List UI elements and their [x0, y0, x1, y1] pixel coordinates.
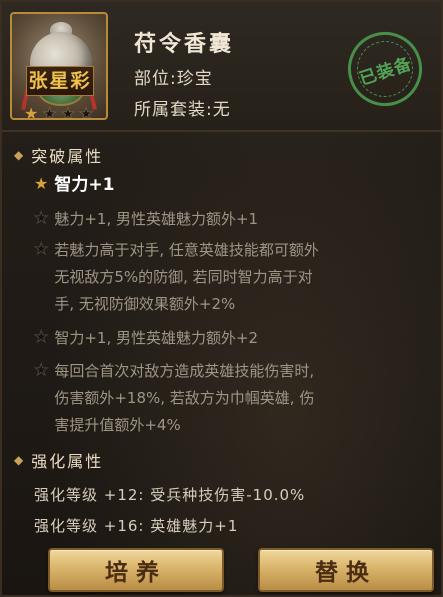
strengthen-title-label: 强化属性 — [31, 452, 104, 471]
item-icon-frame[interactable]: 张星彩 ★ ★ ★ ★ — [10, 12, 108, 120]
star-icon-empty: ★ — [33, 360, 49, 379]
breakthrough-line: ★ 若魅力高于对手, 任意英雄技能都可额外 无视敌方5%的防御, 若同时智力高于… — [33, 237, 434, 318]
diamond-icon: ◆ — [14, 453, 26, 467]
star-icon-empty: ★ — [42, 104, 57, 120]
header-divider — [2, 130, 441, 132]
star-icon-empty: ★ — [79, 104, 94, 120]
star-icon-filled: ★ — [24, 104, 39, 120]
star-icon-empty: ★ — [60, 104, 76, 120]
star-icon-filled: ★ — [34, 174, 49, 193]
breakthrough-line-text: 魅力+1, 男性英雄魅力额外+1 — [54, 210, 259, 228]
breakthrough-line: ★ 智力+1 — [34, 172, 434, 199]
breakthrough-line: ★ 魅力+1, 男性英雄魅力额外+1 — [33, 206, 434, 233]
star-icon-empty: ★ — [33, 327, 49, 346]
item-detail-panel: 张星彩 ★ ★ ★ ★ 苻令香囊 部位:珍宝 所属套装:无 已装备 ◆ 突破属性… — [0, 0, 443, 597]
item-header: 张星彩 ★ ★ ★ ★ 苻令香囊 部位:珍宝 所属套装:无 已装备 — [2, 2, 441, 130]
strengthen-section-title: ◆ 强化属性 — [14, 448, 103, 472]
star-icon-empty: ★ — [33, 239, 49, 258]
item-slot: 部位:珍宝 — [134, 69, 213, 89]
equipped-stamp: 已装备 — [338, 22, 432, 116]
breakthrough-line-text: 智力+1 — [54, 175, 115, 195]
item-set: 所属套装:无 — [134, 100, 231, 120]
hero-name-label: 张星彩 — [26, 66, 94, 96]
cultivate-button[interactable]: 培养 — [48, 548, 224, 592]
breakthrough-line: ★ 每回合首次对敌方造成英雄技能伤害时, 伤害额外+18%, 若敌方为巾帼英雄,… — [33, 358, 434, 439]
item-name: 苻令香囊 — [134, 32, 235, 57]
strengthen-line: 强化等级 +16: 英雄魅力+1 — [34, 517, 239, 535]
breakthrough-section-title: ◆ 突破属性 — [14, 143, 103, 167]
breakthrough-title-label: 突破属性 — [31, 147, 104, 166]
star-icon-empty: ★ — [33, 208, 49, 227]
star-rating: ★ ★ ★ ★ — [24, 104, 94, 120]
breakthrough-line-text: 每回合首次对敌方造成英雄技能伤害时, 伤害额外+18%, 若敌方为巾帼英雄, 伤… — [54, 362, 315, 434]
breakthrough-line: ★ 智力+1, 男性英雄魅力额外+2 — [33, 325, 434, 352]
replace-button[interactable]: 替换 — [258, 548, 434, 592]
breakthrough-line-text: 若魅力高于对手, 任意英雄技能都可额外 无视敌方5%的防御, 若同时智力高于对 … — [54, 241, 319, 313]
diamond-icon: ◆ — [14, 148, 26, 162]
strengthen-line: 强化等级 +12: 受兵种技伤害-10.0% — [34, 486, 306, 504]
breakthrough-line-text: 智力+1, 男性英雄魅力额外+2 — [54, 329, 259, 347]
